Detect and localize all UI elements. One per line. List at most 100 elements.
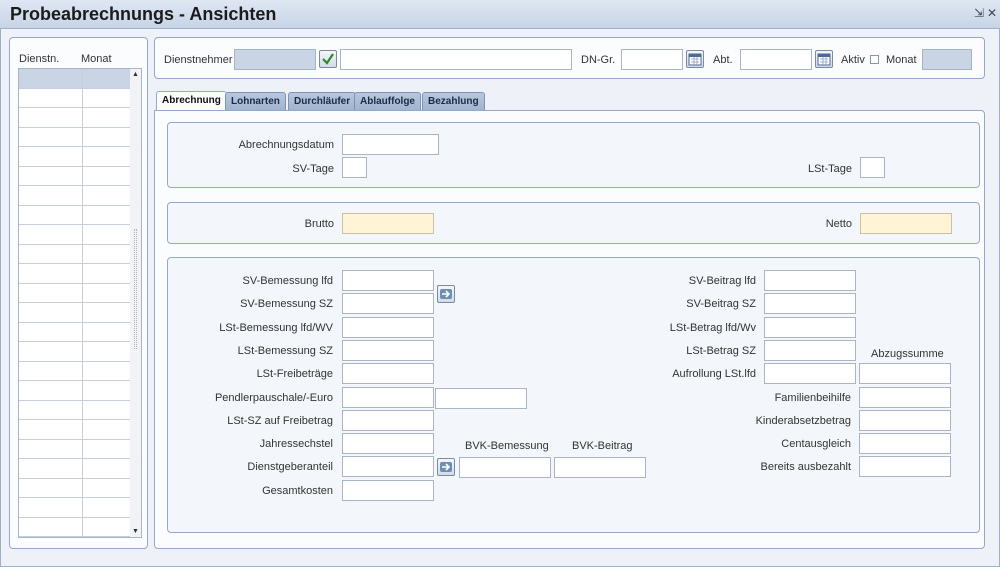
list-cell-dienstnehmer[interactable] (19, 361, 83, 381)
bereits-ausbezahlt-field[interactable] (859, 456, 951, 478)
sv-bemessung-sz-field[interactable] (342, 293, 434, 315)
familienbeihilfe-field[interactable] (859, 386, 951, 408)
list-cell-dienstnehmer[interactable] (19, 127, 83, 147)
dngr-field[interactable] (621, 49, 683, 70)
scroll-down-icon[interactable]: ▼ (132, 528, 139, 535)
list-cell-monat[interactable] (83, 69, 131, 89)
list-cell-monat[interactable] (83, 361, 131, 381)
pendlerpauschale-euro-field[interactable] (342, 386, 434, 408)
list-cell-dienstnehmer[interactable] (19, 108, 83, 128)
sv-bemessung-lfd-field[interactable] (342, 270, 434, 291)
list-scrollbar[interactable]: ▲ ▼ (130, 68, 142, 538)
list-cell-dienstnehmer[interactable] (19, 322, 83, 342)
kinderabsetzbetrag-field[interactable] (859, 409, 951, 431)
list-cell-monat[interactable] (83, 205, 131, 225)
list-cell-dienstnehmer[interactable] (19, 69, 83, 89)
aktiv-checkbox[interactable] (870, 55, 879, 64)
scroll-up-icon[interactable]: ▲ (132, 71, 139, 78)
lst-bemessung-lfd-wv-field[interactable] (342, 316, 434, 338)
list-cell-monat[interactable] (83, 498, 131, 518)
list-cell-dienstnehmer[interactable] (19, 205, 83, 225)
arrow-right-icon[interactable] (437, 285, 455, 303)
list-cell-monat[interactable] (83, 303, 131, 323)
list-cell-monat[interactable] (83, 439, 131, 459)
list-cell-dienstnehmer[interactable] (19, 225, 83, 245)
brutto-field[interactable] (342, 213, 434, 234)
calendar-icon[interactable] (686, 50, 704, 68)
netto-field[interactable] (860, 213, 952, 234)
list-cell-dienstnehmer[interactable] (19, 166, 83, 186)
list-cell-monat[interactable] (83, 166, 131, 186)
centausgleich-field[interactable] (859, 433, 951, 455)
scroll-thumb-grip[interactable] (134, 229, 137, 349)
abt-field[interactable] (740, 49, 812, 70)
tab-abrechnung[interactable]: Abrechnung (156, 91, 227, 111)
abrechnungsdatum-field[interactable] (342, 134, 439, 155)
list-cell-monat[interactable] (83, 478, 131, 498)
abzugssumme-field[interactable] (859, 363, 951, 385)
lst-freibetr-ge-field[interactable] (342, 363, 434, 385)
employee-grid[interactable] (18, 68, 131, 538)
list-cell-monat[interactable] (83, 264, 131, 284)
list-cell-monat[interactable] (83, 186, 131, 206)
list-cell-dienstnehmer[interactable] (19, 147, 83, 167)
list-cell-dienstnehmer[interactable] (19, 186, 83, 206)
list-cell-dienstnehmer[interactable] (19, 498, 83, 518)
list-cell-monat[interactable] (83, 400, 131, 420)
list-cell-dienstnehmer[interactable] (19, 400, 83, 420)
lst-tage-field[interactable] (860, 157, 885, 178)
tab-durchlaeufer[interactable]: Durchläufer (288, 92, 357, 110)
dienstnehmer-name-field[interactable] (340, 49, 572, 70)
list-cell-dienstnehmer[interactable] (19, 283, 83, 303)
list-cell-monat[interactable] (83, 517, 131, 537)
tab-bezahlung[interactable]: Bezahlung (422, 92, 485, 110)
list-cell-monat[interactable] (83, 147, 131, 167)
list-cell-dienstnehmer[interactable] (19, 244, 83, 264)
list-cell-dienstnehmer[interactable] (19, 303, 83, 323)
list-cell-monat[interactable] (83, 283, 131, 303)
list-cell-monat[interactable] (83, 88, 131, 108)
list-cell-dienstnehmer[interactable] (19, 517, 83, 537)
bvk-bemessung-field[interactable] (459, 457, 551, 478)
list-cell-dienstnehmer[interactable] (19, 478, 83, 498)
lst-bemessung-sz-field[interactable] (342, 339, 434, 361)
jahressechstel-field[interactable] (342, 433, 434, 455)
list-cell-monat[interactable] (83, 381, 131, 401)
tab-content: Abrechnungsdatum SV-Tage LSt-Tage Brutto… (154, 110, 985, 549)
check-icon[interactable] (319, 50, 337, 68)
sv-beitrag-sz-field[interactable] (764, 293, 856, 315)
gesamtkosten-field[interactable] (342, 479, 434, 501)
list-cell-monat[interactable] (83, 342, 131, 362)
aufrollung-lst-lfd-field[interactable] (764, 363, 856, 385)
tab-lohnarten[interactable]: Lohnarten (225, 92, 286, 110)
list-cell-dienstnehmer[interactable] (19, 264, 83, 284)
calendar-icon[interactable] (815, 50, 833, 68)
tab-ablauffolge[interactable]: Ablauffolge (354, 92, 421, 110)
list-cell-dienstnehmer[interactable] (19, 439, 83, 459)
list-cell-dienstnehmer[interactable] (19, 459, 83, 479)
list-cell-monat[interactable] (83, 225, 131, 245)
close-icon[interactable]: ✕ (987, 6, 997, 20)
list-cell-dienstnehmer[interactable] (19, 381, 83, 401)
lst-betrag-sz-field[interactable] (764, 339, 856, 361)
list-cell-monat[interactable] (83, 322, 131, 342)
pendlereuro-field[interactable] (435, 388, 527, 409)
list-cell-monat[interactable] (83, 127, 131, 147)
list-cell-monat[interactable] (83, 244, 131, 264)
list-cell-dienstnehmer[interactable] (19, 420, 83, 440)
list-cell-monat[interactable] (83, 420, 131, 440)
list-cell-dienstnehmer[interactable] (19, 342, 83, 362)
list-cell-dienstnehmer[interactable] (19, 88, 83, 108)
list-cell-monat[interactable] (83, 108, 131, 128)
lst-sz-auf-freibetrag-field[interactable] (342, 409, 434, 431)
lst-betrag-lfd-wv-field[interactable] (764, 316, 856, 338)
arrow-right-icon[interactable] (437, 458, 455, 476)
minimize-icon[interactable]: ⇲ (974, 6, 984, 20)
list-cell-monat[interactable] (83, 459, 131, 479)
sv-beitrag-lfd-field[interactable] (764, 270, 856, 291)
monat-field[interactable] (922, 49, 972, 70)
dienstgeberanteil-field[interactable] (342, 456, 434, 478)
bvk-beitrag-field[interactable] (554, 457, 646, 478)
dienstnehmer-id-field[interactable] (234, 49, 316, 70)
sv-tage-field[interactable] (342, 157, 367, 178)
